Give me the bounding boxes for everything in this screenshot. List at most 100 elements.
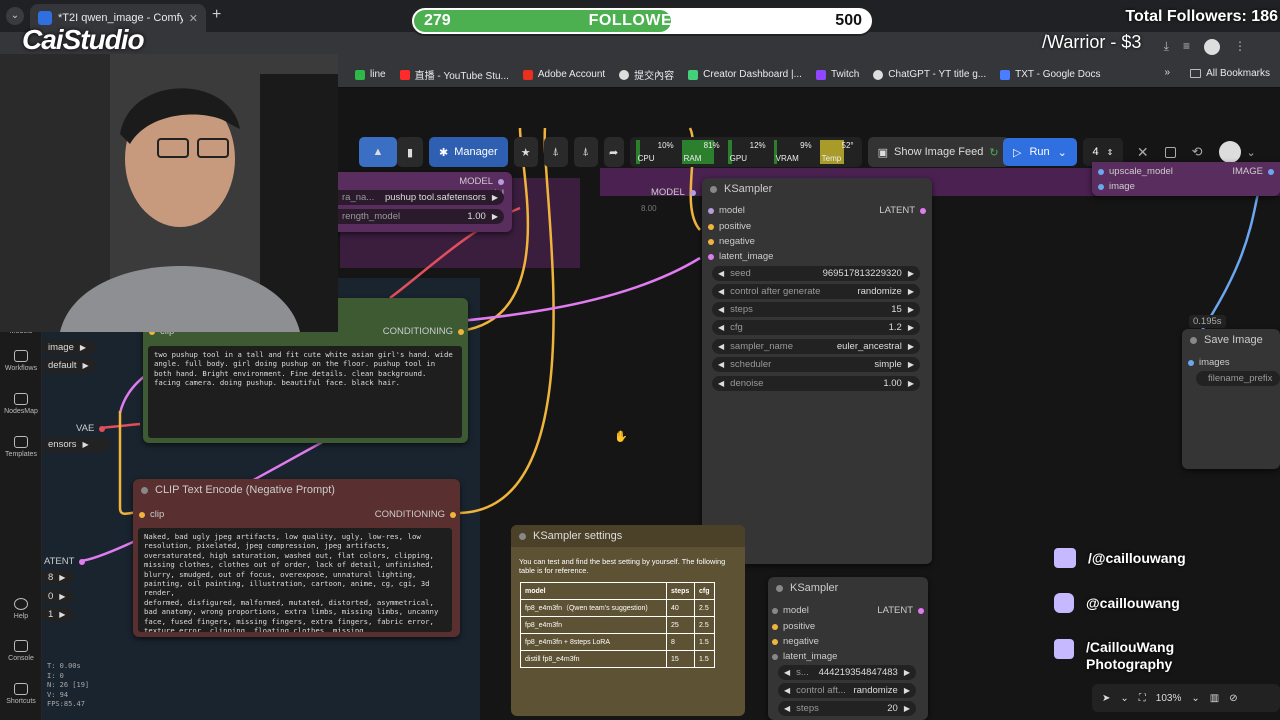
user-avatar-icon[interactable] — [1218, 141, 1241, 163]
collapse-dot-icon[interactable] — [776, 585, 783, 592]
ks2-input-model[interactable]: model — [772, 605, 809, 616]
slot-dot[interactable] — [772, 653, 778, 660]
arrow-right-icon[interactable]: ▶ — [908, 269, 914, 278]
arrow-right-icon[interactable]: ▶ — [908, 379, 914, 388]
manager-button[interactable]: ✱ Manager — [429, 137, 508, 167]
stepper-icon[interactable]: ⇕ — [1107, 148, 1114, 157]
vae-name-widget[interactable]: ensors ▶ — [42, 437, 110, 452]
history-icon[interactable]: ⟲ — [1192, 144, 1203, 160]
sidebar-item-templates[interactable]: Templates — [0, 436, 42, 458]
all-bookmarks-button[interactable]: All Bookmarks — [1190, 68, 1270, 79]
pos-conditioning-output[interactable]: CONDITIONING — [383, 326, 464, 337]
slot-dot[interactable] — [708, 207, 714, 214]
upscale-model-input[interactable]: upscale_model — [1098, 166, 1173, 177]
chevron-down-icon[interactable]: ⌄ — [1058, 146, 1067, 159]
slot-dot[interactable] — [772, 623, 778, 630]
ks-sampler-widget[interactable]: ◀ sampler_name euler_ancestral ▶ — [712, 339, 920, 354]
collapse-dot-icon[interactable] — [141, 487, 148, 494]
bookmark-submit[interactable]: 提交內容 — [619, 67, 674, 82]
ks2-input-latent[interactable]: latent_image — [772, 651, 837, 662]
new-tab-button[interactable]: + — [212, 6, 221, 24]
lora-output-model[interactable]: MODEL — [459, 176, 504, 187]
tab-menu-button[interactable]: ⌄ — [6, 7, 24, 25]
tab-close-icon[interactable]: ✕ — [189, 12, 198, 25]
arrow-right-icon[interactable]: ▶ — [59, 610, 65, 619]
slot-dot[interactable] — [772, 638, 778, 645]
stop-icon[interactable] — [1164, 146, 1176, 158]
zoom-level[interactable]: 103% — [1156, 693, 1182, 704]
bookmark-line[interactable]: line — [355, 69, 386, 80]
ks-input-positive[interactable]: positive — [708, 221, 751, 232]
arrow-right-icon[interactable]: ▶ — [59, 592, 65, 601]
arrow-right-icon[interactable]: ▶ — [908, 323, 914, 332]
slot-dot[interactable] — [708, 253, 714, 260]
slot-dot[interactable] — [458, 328, 464, 335]
strength-model-widget[interactable]: rength_model 1.00 ▶ — [330, 209, 504, 224]
collapse-dot-icon[interactable] — [1190, 337, 1197, 344]
ks-denoise-widget[interactable]: ◀ denoise 1.00 ▶ — [712, 376, 920, 391]
bookmark-creator-dashboard[interactable]: Creator Dashboard |... — [688, 69, 802, 80]
arrow-right-icon[interactable]: ▶ — [83, 440, 89, 449]
arrow-right-icon[interactable]: ▶ — [83, 361, 89, 370]
slot-dot[interactable] — [708, 238, 714, 245]
ksampler-settings-note[interactable]: KSampler settings You can test and find … — [511, 525, 745, 716]
sidebar-item-help[interactable]: Help — [0, 598, 42, 620]
ks-input-negative[interactable]: negative — [708, 236, 755, 247]
upscale-image-input[interactable]: image — [1098, 181, 1135, 192]
bookmark-twitch[interactable]: Twitch — [815, 69, 859, 80]
height-widget[interactable]: 0 ▶ — [42, 589, 74, 604]
show-image-feed-button[interactable]: ▣ Show Image Feed ↻ — [867, 137, 1009, 167]
save-image-title[interactable]: Save Image — [1182, 329, 1280, 351]
lora-loader-node[interactable]: MODEL model ra_na...pushup tool.safetens… — [330, 172, 512, 232]
ks2-control-widget[interactable]: ◀ control aft... randomize ▶ — [778, 683, 916, 698]
slot-dot[interactable] — [79, 558, 86, 565]
width-widget[interactable]: 8 ▶ — [42, 570, 74, 585]
minimap-icon[interactable]: ▥ — [1210, 693, 1219, 704]
bookmark-youtube-studio[interactable]: 直播 - YouTube Stu... — [399, 67, 509, 82]
arrow-right-icon[interactable]: ▶ — [908, 287, 914, 296]
ks2-input-positive[interactable]: positive — [772, 621, 815, 632]
arrow-right-icon[interactable]: ▶ — [492, 212, 498, 221]
default-widget[interactable]: default ▶ — [42, 358, 96, 373]
arrow-right-icon[interactable]: ▶ — [908, 342, 914, 351]
bookmark-google-docs[interactable]: TXT - Google Docs — [1000, 69, 1101, 80]
slot-dot[interactable] — [920, 207, 926, 214]
slot-dot[interactable] — [99, 425, 106, 432]
chevron-down-icon[interactable]: ⌄ — [1191, 693, 1199, 704]
filename-prefix-widget[interactable]: filename_prefix — [1196, 371, 1280, 386]
batch-widget[interactable]: 1 ▶ — [42, 607, 74, 622]
arrow-right-icon[interactable]: ▶ — [908, 305, 914, 314]
slot-dot[interactable] — [450, 511, 456, 518]
ks-control-widget[interactable]: ◀ control after generate randomize ▶ — [712, 284, 920, 299]
queue-icon[interactable]: ≡ — [1183, 39, 1190, 55]
arrow-right-icon[interactable]: ▶ — [904, 686, 910, 695]
arrow-right-icon[interactable]: ▶ — [59, 573, 65, 582]
comfy-logo-button[interactable]: ▲ — [359, 137, 397, 167]
ksampler-node-2[interactable]: KSampler model positive negative latent_… — [768, 577, 928, 720]
bookmark-button[interactable]: ▮ — [397, 137, 423, 167]
ksampler2-title[interactable]: KSampler — [768, 577, 928, 599]
save-images-input[interactable]: images — [1188, 357, 1230, 368]
arrow-right-icon[interactable]: ▶ — [492, 193, 498, 202]
slot-dot[interactable] — [1188, 359, 1194, 366]
tool-button-b[interactable]: ⍋ — [573, 137, 598, 167]
link-visibility-icon[interactable]: ⊘ — [1229, 693, 1237, 704]
fit-view-icon[interactable]: ⛶ — [1139, 693, 1146, 704]
run-button[interactable]: ▷ Run ⌄ — [1003, 138, 1077, 166]
slot-dot[interactable] — [708, 223, 714, 230]
ks-steps-widget[interactable]: ◀ steps 15 ▶ — [712, 302, 920, 317]
arrow-right-icon[interactable]: ▶ — [908, 360, 914, 369]
bookmark-adobe[interactable]: Adobe Account — [522, 69, 605, 80]
ks-input-model[interactable]: model — [708, 205, 745, 216]
sidebar-item-shortcuts[interactable]: Shortcuts — [0, 683, 42, 705]
positive-prompt-textarea[interactable]: two pushup tool in a tall and fit cute w… — [148, 346, 462, 438]
arrow-right-icon[interactable]: ▶ — [904, 704, 910, 713]
negative-prompt-node[interactable]: CLIP Text Encode (Negative Prompt) clip … — [133, 479, 460, 637]
neg-clip-input[interactable]: clip — [139, 509, 164, 520]
ks2-seed-widget[interactable]: ◀ s... 444219354847483 ▶ — [778, 665, 916, 680]
pointer-icon[interactable]: ➤ — [1102, 693, 1110, 704]
slot-dot[interactable] — [772, 607, 778, 614]
ks2-steps-widget[interactable]: ◀ steps 20 ▶ — [778, 701, 916, 716]
ks-output-latent[interactable]: LATENT — [879, 205, 926, 216]
star-button[interactable]: ★ — [513, 137, 538, 167]
